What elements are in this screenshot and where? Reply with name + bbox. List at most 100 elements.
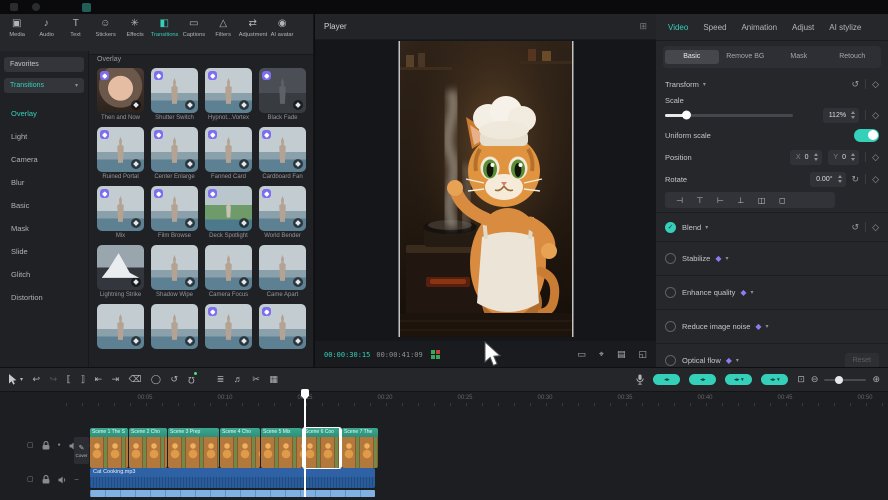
- track-focus-icon[interactable]: ⌖: [599, 349, 604, 360]
- toolbar-item-text[interactable]: TText: [61, 18, 91, 38]
- align-top-icon[interactable]: ⊤: [696, 196, 703, 205]
- transition-item[interactable]: Center Enlarge: [151, 127, 198, 183]
- undo-icon[interactable]: ↩: [33, 375, 41, 384]
- ratio-icon[interactable]: ▭: [577, 349, 586, 360]
- chevron-down-icon[interactable]: ▾: [751, 289, 754, 296]
- video-clip[interactable]: Scene 4 Cho: [220, 428, 260, 468]
- mute-track-icon[interactable]: [58, 476, 67, 484]
- scale-value-input[interactable]: 112%: [823, 108, 859, 123]
- timeline-ruler[interactable]: 00:05 00:10 00:15 00:20 00:25 00:30 00:3…: [0, 392, 888, 408]
- slider-knob[interactable]: [682, 111, 691, 120]
- video-preview[interactable]: [400, 41, 572, 337]
- transition-thumbnail[interactable]: [205, 304, 252, 349]
- track-toggle-icon[interactable]: ▢: [27, 442, 34, 449]
- scale-slider[interactable]: [665, 114, 793, 117]
- transition-thumbnail[interactable]: [151, 304, 198, 349]
- collection-dropdown[interactable]: Transitions▾: [4, 78, 84, 93]
- audio-clip[interactable]: Cat Cooking.mp3: [90, 468, 375, 488]
- transition-thumbnail[interactable]: [151, 245, 198, 290]
- toolbar-item-media[interactable]: ▣Media: [2, 18, 32, 38]
- category-camera[interactable]: Camera: [0, 148, 88, 171]
- toolbar-item-transitions[interactable]: ◧Transitions: [150, 18, 180, 38]
- preview-quality-icon[interactable]: ▤: [617, 349, 626, 360]
- category-overlay[interactable]: Overlay: [0, 102, 88, 125]
- rotate-dial-icon[interactable]: ↻: [852, 174, 860, 185]
- lock-icon[interactable]: [42, 441, 50, 450]
- enhance-quality-checkbox[interactable]: [665, 287, 676, 298]
- video-clip[interactable]: Scene 5 Mix: [261, 428, 302, 468]
- fit-timeline-icon[interactable]: ⊡: [797, 374, 805, 385]
- category-blur[interactable]: Blur: [0, 171, 88, 194]
- stepper[interactable]: [814, 153, 818, 161]
- keyframe-blend-icon[interactable]: ◇: [872, 222, 879, 233]
- layers-icon[interactable]: ≣: [217, 375, 225, 384]
- freeze-frame-icon[interactable]: ◯: [151, 375, 161, 384]
- chevron-down-icon[interactable]: ▾: [726, 255, 729, 262]
- stepper[interactable]: [851, 111, 855, 119]
- uniform-scale-toggle[interactable]: [854, 129, 879, 142]
- trim-start-icon[interactable]: ⇤: [95, 375, 103, 384]
- transition-item[interactable]: Shutter Switch: [151, 68, 198, 124]
- favorites-button[interactable]: Favorites: [4, 57, 84, 72]
- zoom-slider-knob[interactable]: [835, 376, 843, 384]
- reset-blend-icon[interactable]: ↺: [852, 222, 860, 233]
- transition-thumbnail[interactable]: [97, 186, 144, 231]
- transition-item[interactable]: Camera Focus: [205, 245, 252, 301]
- align-center-h-icon[interactable]: ◫: [758, 196, 766, 205]
- transition-thumbnail[interactable]: [205, 68, 252, 113]
- audio-beat-strip[interactable]: [90, 490, 375, 497]
- transition-item[interactable]: Lightning Strike: [97, 245, 144, 301]
- transition-item[interactable]: Then and Now: [97, 68, 144, 124]
- track-toggle-icon[interactable]: ▢: [27, 476, 34, 483]
- position-y-input[interactable]: Y 0: [828, 150, 860, 165]
- scissors-icon[interactable]: ✂: [252, 375, 260, 384]
- subtab-remove-bg[interactable]: Remove BG: [719, 50, 773, 64]
- transition-thumbnail[interactable]: [259, 304, 306, 349]
- category-glitch[interactable]: Glitch: [0, 263, 88, 286]
- keyframe-add-toggle[interactable]: ◂▸: [689, 374, 716, 385]
- snapping-toggle[interactable]: ◂▸ ▾: [725, 374, 752, 385]
- toolbar-item-audio[interactable]: ♪Audio: [32, 18, 62, 38]
- timeline-zoom-slider[interactable]: [824, 379, 866, 381]
- align-right-icon[interactable]: ⊢: [717, 196, 724, 205]
- transition-item[interactable]: [97, 304, 144, 360]
- menu-icon[interactable]: [10, 3, 18, 11]
- category-light[interactable]: Light: [0, 125, 88, 148]
- blend-checkbox[interactable]: ✓: [665, 222, 676, 233]
- transition-thumbnail[interactable]: [97, 245, 144, 290]
- collapse-caret-icon[interactable]: ▾: [703, 81, 706, 88]
- category-distortion[interactable]: Distortion: [0, 286, 88, 309]
- home-icon[interactable]: [32, 3, 40, 11]
- transition-thumbnail[interactable]: [259, 127, 306, 172]
- reduce-noise-checkbox[interactable]: [665, 321, 676, 332]
- hide-track-icon[interactable]: ●: [58, 443, 61, 448]
- video-clip[interactable]: Scene 2 Cho: [129, 428, 167, 468]
- transition-thumbnail[interactable]: [97, 304, 144, 349]
- cover-button[interactable]: ✎ Cover: [74, 437, 89, 464]
- stabilize-checkbox[interactable]: [665, 253, 676, 264]
- optical-flow-checkbox[interactable]: [665, 355, 676, 366]
- zoom-in-icon[interactable]: ⊕: [872, 374, 880, 385]
- player-options-icon[interactable]: ⊞: [639, 21, 647, 32]
- subtab-basic[interactable]: Basic: [665, 50, 719, 64]
- transition-thumbnail[interactable]: [97, 127, 144, 172]
- split-right-icon[interactable]: ⟧: [81, 375, 85, 384]
- transition-thumbnail[interactable]: [151, 127, 198, 172]
- transition-item[interactable]: Fanned Card: [205, 127, 252, 183]
- reset-button[interactable]: Reset: [845, 353, 879, 368]
- zoom-out-icon[interactable]: ⊖: [811, 374, 819, 385]
- transition-item[interactable]: [151, 304, 198, 360]
- subtab-retouch[interactable]: Retouch: [826, 50, 880, 64]
- transition-thumbnail[interactable]: [97, 68, 144, 113]
- transition-thumbnail[interactable]: [259, 245, 306, 290]
- align-center-v-icon[interactable]: ◻: [779, 196, 786, 205]
- stepper[interactable]: [838, 175, 842, 183]
- tab-speed[interactable]: Speed: [703, 23, 726, 32]
- video-clip[interactable]: Scene 1 The S: [90, 428, 128, 468]
- align-bottom-icon[interactable]: ⊥: [737, 196, 744, 205]
- category-mask[interactable]: Mask: [0, 217, 88, 240]
- transition-item[interactable]: World Bender: [259, 186, 306, 242]
- record-voiceover-icon[interactable]: [636, 374, 644, 385]
- toolbar-item-filters[interactable]: △Filters: [209, 18, 239, 38]
- toolbar-item-adjustment[interactable]: ⇄Adjustment: [238, 18, 268, 38]
